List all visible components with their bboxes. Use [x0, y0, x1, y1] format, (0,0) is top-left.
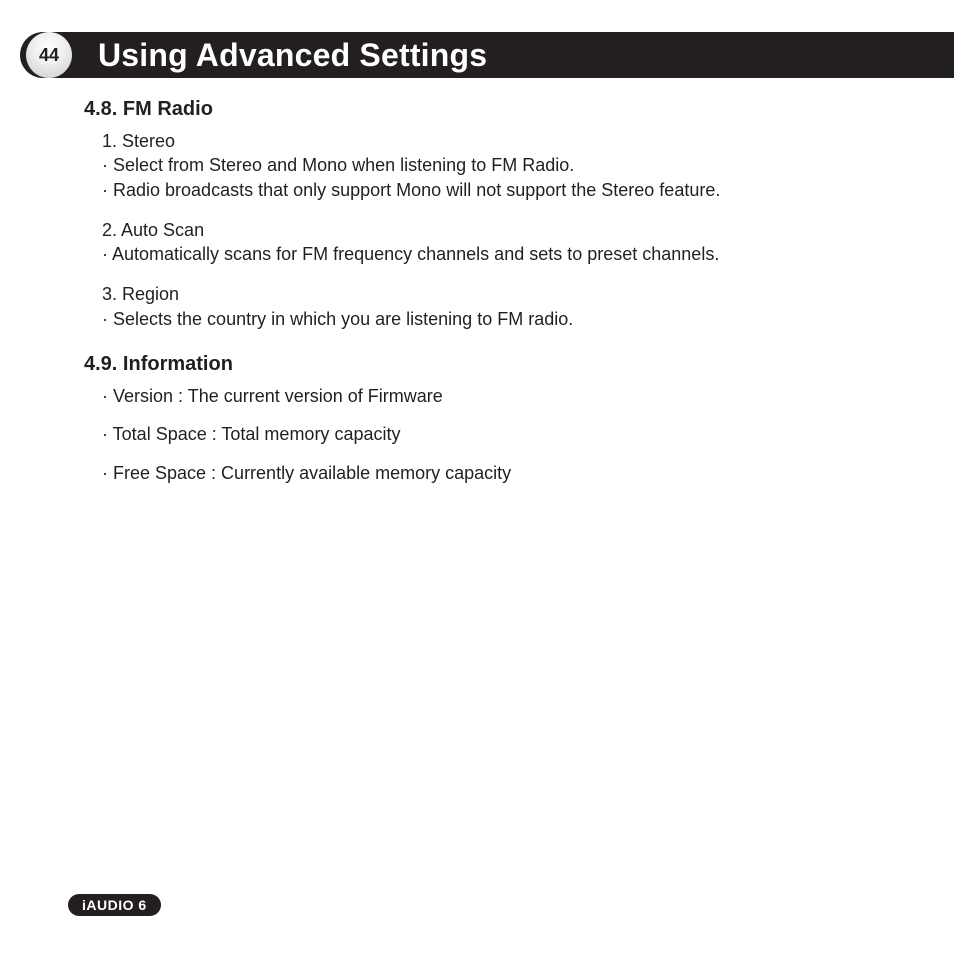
content-area: 4.8. FM Radio 1. Stereo Select from Ster… — [84, 92, 914, 499]
section-heading-fm-radio: 4.8. FM Radio — [84, 98, 914, 121]
information-block: Version : The current version of Firmwar… — [102, 384, 914, 485]
info-bullet-version: Version : The current version of Firmwar… — [102, 384, 914, 408]
page-title: Using Advanced Settings — [98, 37, 487, 74]
header-bar: Using Advanced Settings — [20, 32, 954, 78]
footer-badge: iAUDIO 6 — [68, 894, 161, 916]
item-bullet: Radio broadcasts that only support Mono … — [102, 178, 914, 202]
item-bullet: Select from Stereo and Mono when listeni… — [102, 153, 914, 177]
info-bullet-totalspace: Total Space : Total memory capacity — [102, 422, 914, 446]
item-bullet: Automatically scans for FM frequency cha… — [102, 242, 914, 266]
fm-radio-stereo-block: 1. Stereo Select from Stereo and Mono wh… — [102, 129, 914, 202]
item-number-stereo: 1. Stereo — [102, 129, 914, 153]
page-number-badge: 44 — [26, 32, 72, 78]
item-number-region: 3. Region — [102, 282, 914, 306]
item-number-autoscan: 2. Auto Scan — [102, 218, 914, 242]
fm-radio-region-block: 3. Region Selects the country in which y… — [102, 282, 914, 331]
item-bullet: Selects the country in which you are lis… — [102, 307, 914, 331]
section-heading-information: 4.9. Information — [84, 353, 914, 376]
fm-radio-autoscan-block: 2. Auto Scan Automatically scans for FM … — [102, 218, 914, 267]
info-bullet-freespace: Free Space : Currently available memory … — [102, 461, 914, 485]
